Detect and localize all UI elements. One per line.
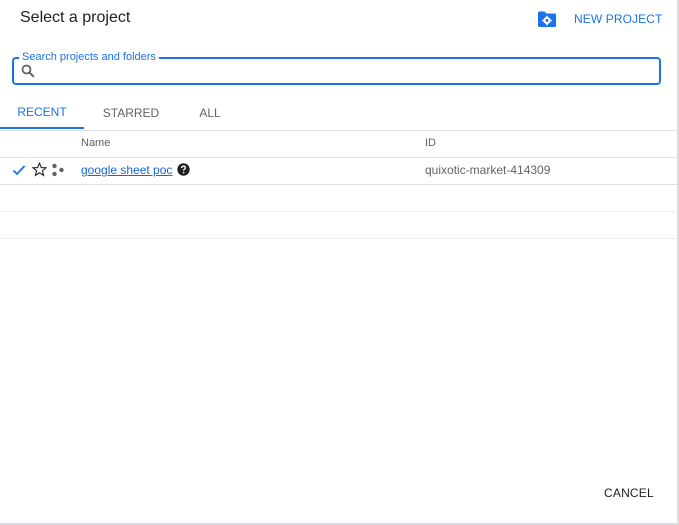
cancel-button[interactable]: CANCEL <box>604 486 654 500</box>
column-header-name: Name <box>81 137 111 149</box>
tab-recent[interactable]: RECENT <box>0 97 84 129</box>
search-icon <box>21 64 35 78</box>
new-project-button[interactable]: NEW PROJECT <box>537 8 662 30</box>
organization-icon <box>51 163 65 182</box>
row-divider <box>0 184 677 185</box>
new-project-label: NEW PROJECT <box>574 12 663 26</box>
header-divider <box>0 157 677 158</box>
row-divider <box>0 238 677 239</box>
tab-starred[interactable]: STARRED <box>90 97 172 129</box>
search-field[interactable]: Search projects and folders <box>12 50 661 85</box>
select-project-dialog: Select a project NEW PROJECT Search proj… <box>0 0 679 525</box>
project-name-link[interactable]: google sheet poc <box>81 163 172 177</box>
check-icon <box>12 163 26 182</box>
folder-gear-icon <box>537 10 557 28</box>
help-icon[interactable] <box>177 163 190 181</box>
column-header-id: ID <box>425 137 436 149</box>
star-outline-icon[interactable] <box>31 161 48 182</box>
search-input[interactable] <box>42 61 656 83</box>
row-divider <box>0 211 677 212</box>
dialog-title: Select a project <box>20 9 131 26</box>
tab-all[interactable]: ALL <box>180 97 240 129</box>
project-id: quixotic-market-414309 <box>425 163 551 177</box>
tabs-divider <box>0 130 677 131</box>
